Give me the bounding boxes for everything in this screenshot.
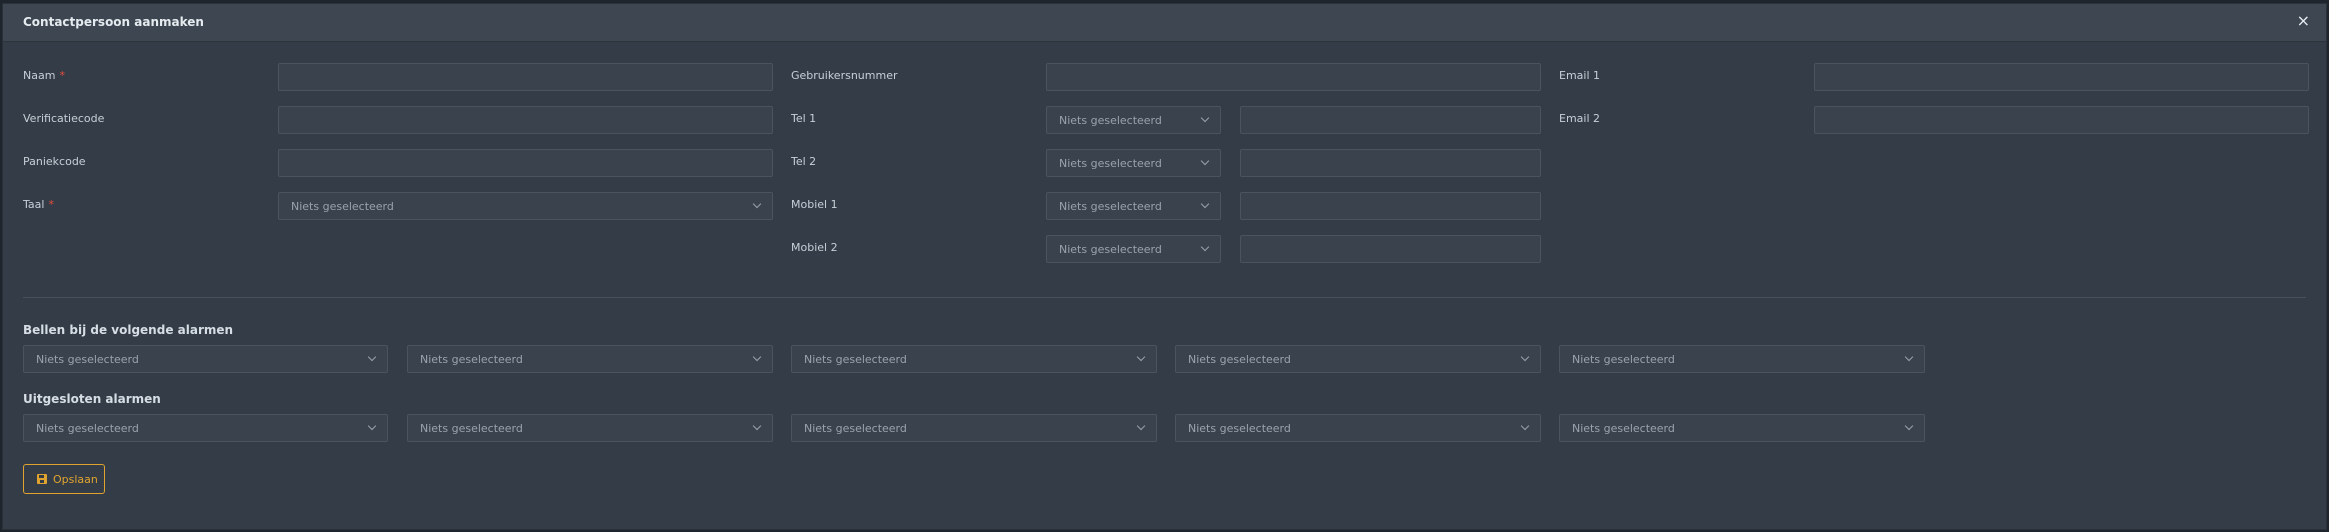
excluded-alarm-select-4[interactable]: Niets geselecteerd <box>1175 414 1541 442</box>
excluded-alarm-select-2[interactable]: Niets geselecteerd <box>407 414 773 442</box>
call-alarm-select-3[interactable]: Niets geselecteerd <box>791 345 1157 373</box>
save-button-label: Opslaan <box>53 473 98 486</box>
tel1-label: Tel 1 <box>791 112 817 125</box>
close-icon[interactable]: × <box>2297 13 2310 29</box>
verificatiecode-label: Verificatiecode <box>23 112 105 125</box>
required-mark: * <box>59 69 65 82</box>
taal-label: Taal * <box>23 198 54 211</box>
mobiel1-input[interactable] <box>1240 192 1541 220</box>
call-alarm-select-1[interactable]: Niets geselecteerd <box>23 345 388 373</box>
mobiel2-type-select[interactable]: Niets geselecteerd <box>1046 235 1221 263</box>
chevron-down-icon <box>752 421 762 431</box>
chevron-down-icon <box>752 352 762 362</box>
email2-input[interactable] <box>1814 106 2309 134</box>
chevron-down-icon <box>1200 156 1210 166</box>
modal-title: Contactpersoon aanmaken <box>23 15 204 29</box>
chevron-down-icon <box>1136 352 1146 362</box>
excluded-alarms-title: Uitgesloten alarmen <box>23 392 161 406</box>
call-alarm-select-2[interactable]: Niets geselecteerd <box>407 345 773 373</box>
call-alarm-select-5[interactable]: Niets geselecteerd <box>1559 345 1925 373</box>
gebruikersnummer-input[interactable] <box>1046 63 1541 91</box>
email1-input[interactable] <box>1814 63 2309 91</box>
tel1-type-select[interactable]: Niets geselecteerd <box>1046 106 1221 134</box>
save-button[interactable]: Opslaan <box>23 464 105 494</box>
tel2-input[interactable] <box>1240 149 1541 177</box>
chevron-down-icon <box>1904 421 1914 431</box>
tel2-type-select[interactable]: Niets geselecteerd <box>1046 149 1221 177</box>
excluded-alarm-select-5[interactable]: Niets geselecteerd <box>1559 414 1925 442</box>
verificatiecode-input[interactable] <box>278 106 773 134</box>
email1-label: Email 1 <box>1559 69 1601 82</box>
chevron-down-icon <box>1136 421 1146 431</box>
naam-input[interactable] <box>278 63 773 91</box>
chevron-down-icon <box>367 421 377 431</box>
chevron-down-icon <box>1200 113 1210 123</box>
required-mark: * <box>48 198 54 211</box>
mobiel2-input[interactable] <box>1240 235 1541 263</box>
email2-label: Email 2 <box>1559 112 1601 125</box>
chevron-down-icon <box>1904 352 1914 362</box>
mobiel2-label: Mobiel 2 <box>791 241 838 254</box>
excluded-alarm-select-1[interactable]: Niets geselecteerd <box>23 414 388 442</box>
tel1-input[interactable] <box>1240 106 1541 134</box>
chevron-down-icon <box>1520 421 1530 431</box>
chevron-down-icon <box>1200 199 1210 209</box>
call-alarms-title: Bellen bij de volgende alarmen <box>23 323 234 337</box>
naam-label: Naam * <box>23 69 65 82</box>
tel2-label: Tel 2 <box>791 155 817 168</box>
section-divider <box>23 297 2306 298</box>
chevron-down-icon <box>367 352 377 362</box>
chevron-down-icon <box>1200 242 1210 252</box>
chevron-down-icon <box>752 199 762 209</box>
create-contact-modal: Contactpersoon aanmaken × Naam * Verifica… <box>2 3 2327 530</box>
chevron-down-icon <box>1520 352 1530 362</box>
call-alarm-select-4[interactable]: Niets geselecteerd <box>1175 345 1541 373</box>
excluded-alarm-select-3[interactable]: Niets geselecteerd <box>791 414 1157 442</box>
save-icon <box>37 474 47 484</box>
paniekcode-label: Paniekcode <box>23 155 86 168</box>
mobiel1-label: Mobiel 1 <box>791 198 838 211</box>
paniekcode-input[interactable] <box>278 149 773 177</box>
mobiel1-type-select[interactable]: Niets geselecteerd <box>1046 192 1221 220</box>
taal-select[interactable]: Niets geselecteerd <box>278 192 773 220</box>
gebruikersnummer-label: Gebruikersnummer <box>791 69 898 82</box>
modal-header: Contactpersoon aanmaken × <box>3 4 2326 42</box>
